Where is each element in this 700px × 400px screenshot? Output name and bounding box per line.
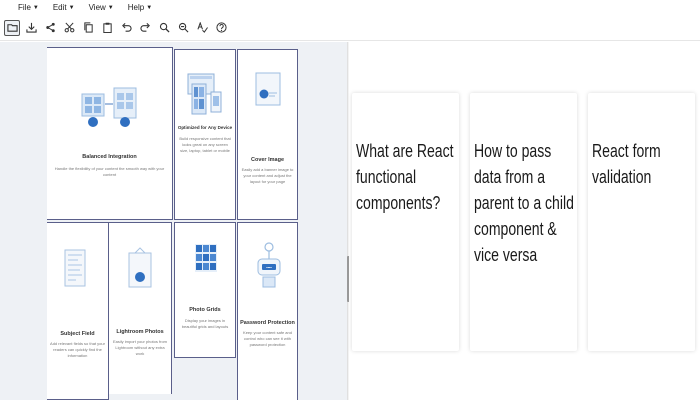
menu-file-label: File xyxy=(18,3,31,12)
paste-icon[interactable] xyxy=(99,20,115,36)
tile-description: Add relevant fields so that your readers… xyxy=(50,341,105,358)
zoom-in-icon[interactable] xyxy=(156,20,172,36)
copy-icon[interactable] xyxy=(80,20,96,36)
tile-title: Cover Image xyxy=(250,157,284,163)
menu-help-label: Help xyxy=(127,3,145,12)
tile-title: Subject Field xyxy=(60,331,95,337)
menu-edit-label: Edit xyxy=(52,3,67,12)
tile-description: Easily import your photos from Lightroom… xyxy=(112,339,168,356)
caret-down-icon: ▼ xyxy=(146,4,153,11)
tile-title: Photo Grids xyxy=(189,307,221,313)
redo-icon[interactable] xyxy=(137,20,153,36)
tile-title: Optimized for Any Device xyxy=(177,125,233,130)
feature-tile-photo-grids: Photo Grids Display your images in beaut… xyxy=(174,222,236,358)
photo-grid-illustration-icon xyxy=(195,244,217,272)
tile-title: Lightroom Photos xyxy=(116,329,164,335)
card-title: What are React functional components? xyxy=(356,141,454,213)
right-pane: What are React functional components? Ho… xyxy=(349,42,700,400)
card-title: React form validation xyxy=(592,141,661,187)
tile-description: Build responsive content that looks grea… xyxy=(179,136,231,153)
tile-title: Balanced Integration xyxy=(82,154,137,160)
menu-bar: File ▼ Edit ▼ View ▼ Help ▼ xyxy=(0,0,700,15)
cover-image-illustration-icon xyxy=(255,72,281,106)
feature-tile-subject-field: Subject Field Add relevant fields so tha… xyxy=(47,222,109,400)
tile-description: Display your images in beautiful grids a… xyxy=(181,318,229,329)
subject-field-illustration-icon xyxy=(64,249,86,287)
devices-illustration-icon xyxy=(187,73,222,115)
left-pane: Balanced Integration Handle the flexibil… xyxy=(0,42,347,400)
undo-icon[interactable] xyxy=(118,20,134,36)
menu-view[interactable]: View ▼ xyxy=(89,3,114,12)
svg-text:••••: •••• xyxy=(266,265,272,270)
tile-description: Easily add a banner image to your conten… xyxy=(241,167,294,184)
toolbar xyxy=(0,15,700,41)
caret-down-icon: ▼ xyxy=(107,4,114,11)
feature-tile-lightroom-photos: Lightroom Photos Easily import your phot… xyxy=(109,222,172,394)
menu-help[interactable]: Help ▼ xyxy=(128,3,152,12)
password-lock-illustration-icon: •••• xyxy=(257,242,281,288)
card-title: How to pass data from a parent to a chil… xyxy=(474,141,574,265)
download-icon[interactable] xyxy=(23,20,39,36)
tile-description: Handle the flexibility of your content t… xyxy=(54,166,165,177)
menu-file[interactable]: File ▼ xyxy=(18,3,39,12)
menu-view-label: View xyxy=(88,3,106,12)
feature-tile-optimized-for-any-device: Optimized for Any Device Build responsiv… xyxy=(174,49,236,220)
help-icon[interactable] xyxy=(213,20,229,36)
zoom-out-icon[interactable] xyxy=(175,20,191,36)
cut-icon[interactable] xyxy=(61,20,77,36)
caret-down-icon: ▼ xyxy=(32,4,39,11)
spellcheck-icon[interactable] xyxy=(194,20,210,36)
feature-tile-balanced-integration: Balanced Integration Handle the flexibil… xyxy=(47,47,173,220)
tile-description: Keep your content safe and control who c… xyxy=(243,330,292,347)
share-icon[interactable] xyxy=(42,20,58,36)
menu-edit[interactable]: Edit ▼ xyxy=(53,3,75,12)
article-card[interactable]: What are React functional components? xyxy=(352,93,459,351)
lightroom-illustration-icon xyxy=(128,247,152,288)
tile-title: Password Protection xyxy=(240,320,295,326)
feature-tile-password-protection: •••• Password Protection Keep your conte… xyxy=(237,222,298,400)
article-card[interactable]: How to pass data from a parent to a chil… xyxy=(470,93,577,351)
caret-down-icon: ▼ xyxy=(68,4,75,11)
integration-illustration-icon xyxy=(81,87,137,127)
feature-tile-cover-image: Cover Image Easily add a banner image to… xyxy=(237,49,298,220)
article-card[interactable]: React form validation xyxy=(588,93,695,351)
open-folder-icon[interactable] xyxy=(4,19,20,36)
